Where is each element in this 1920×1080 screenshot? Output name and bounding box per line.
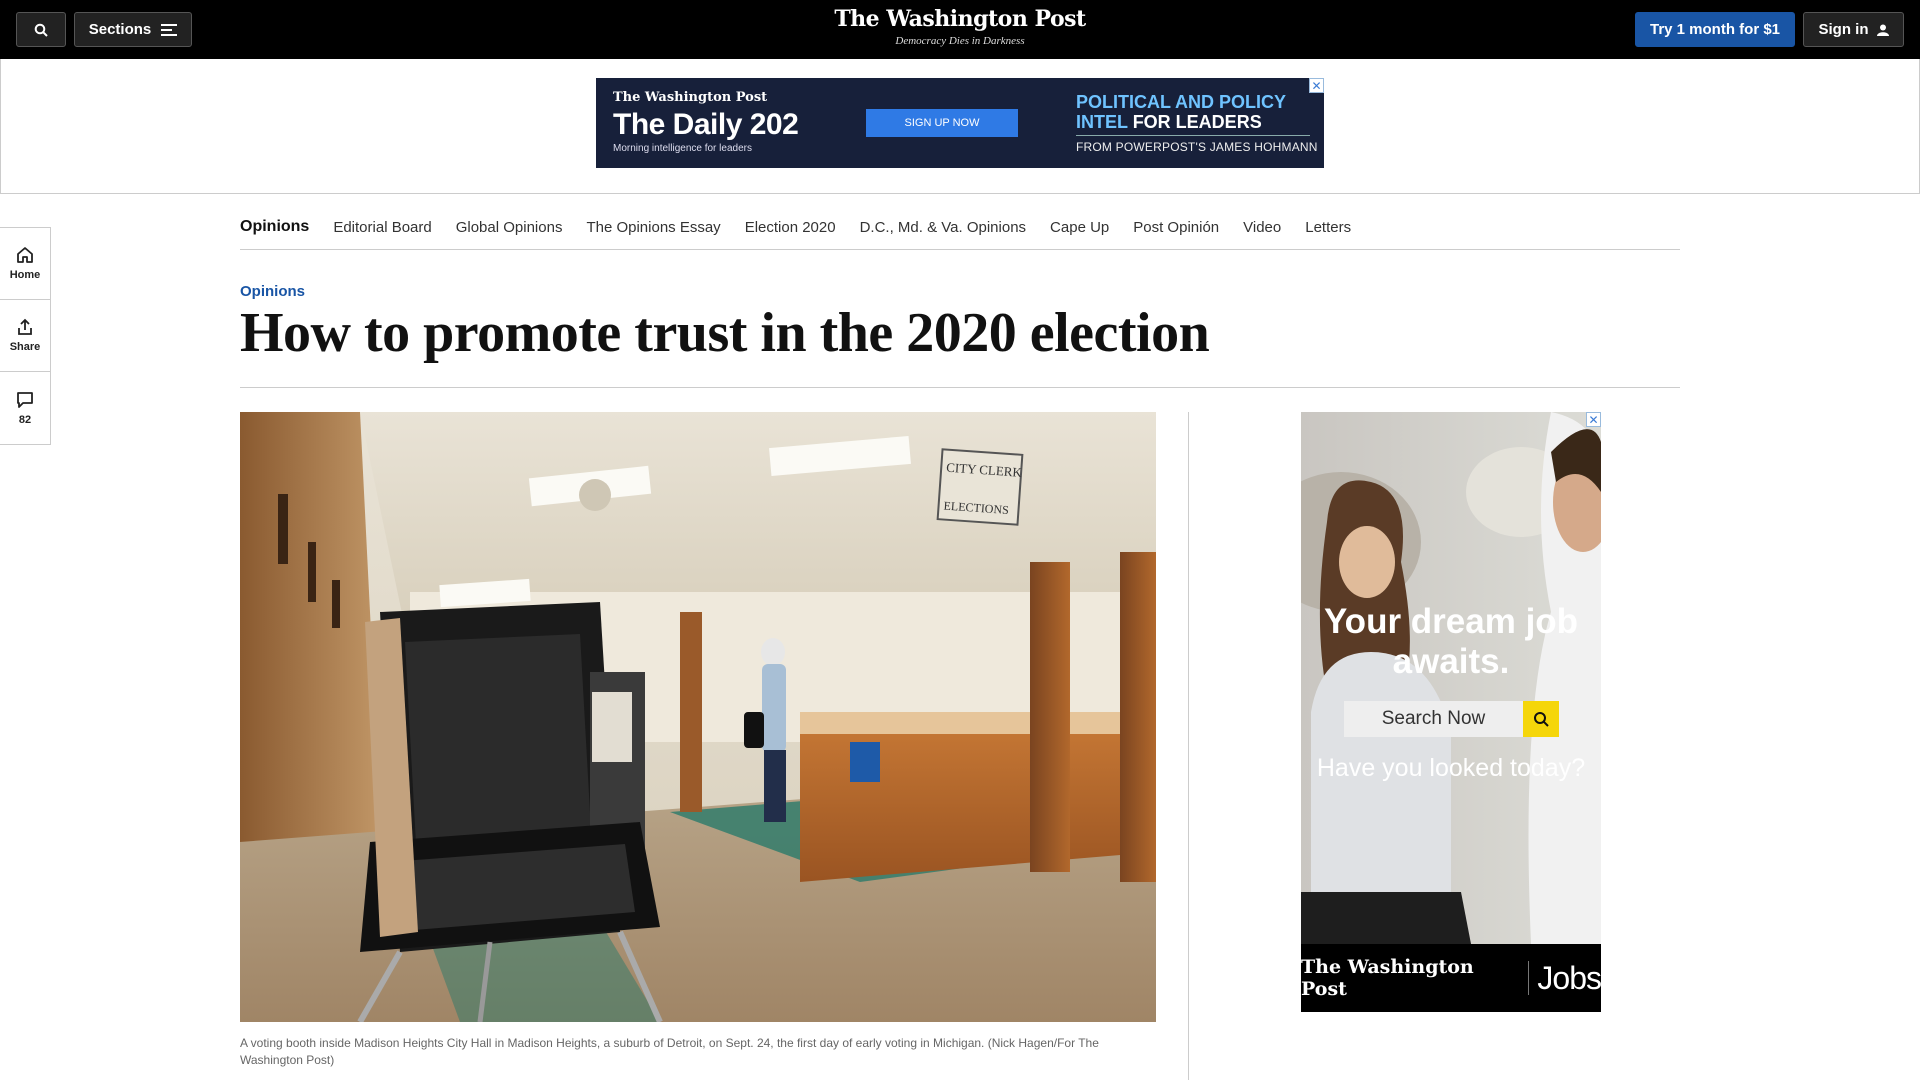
subnav-global-opinions[interactable]: Global Opinions [456,219,563,236]
jobs-ad-subheadline: Have you looked today? [1316,754,1586,782]
subscribe-button[interactable]: Try 1 month for $1 [1635,12,1795,47]
ad-from-line: FROM POWERPOST'S JAMES HOHMANN [1076,140,1318,154]
ad-title: The Daily 202 [613,108,799,141]
ad-wapo-logo: The Washington Post [613,90,768,105]
subnav-video[interactable]: Video [1243,219,1281,236]
jobs-ad-footer: The Washington Post Jobs [1301,944,1601,1012]
user-icon [1876,24,1889,36]
sign-in-button[interactable]: Sign in [1803,12,1904,47]
top-navigation-bar: Sections The Washington Post Democracy D… [0,0,1920,59]
home-icon [17,247,33,263]
subnav-opinions[interactable]: Opinions [240,218,309,236]
article-kicker[interactable]: Opinions [240,283,305,300]
rail-share-label: Share [9,341,41,353]
jobs-search-field[interactable]: Search Now [1344,701,1523,737]
rail-home-label: Home [9,269,41,281]
left-action-rail: Home Share 82 [0,227,51,445]
tagline: Democracy Dies in Darkness [895,35,1025,47]
ad-divider [1076,135,1310,136]
masthead: The Washington Post Democracy Dies in Da… [0,6,1920,47]
daily-202-ad-banner[interactable]: The Washington Post The Daily 202 Mornin… [596,78,1324,168]
subnav-dc-md-va-opinions[interactable]: D.C., Md. & Va. Opinions [860,219,1026,236]
subnav-cape-up[interactable]: Cape Up [1050,219,1109,236]
side-ad-close-icon[interactable]: ✕ [1586,412,1601,427]
subnav-opinions-essay[interactable]: The Opinions Essay [586,219,720,236]
column-divider [1188,412,1189,1080]
comment-icon [17,391,33,408]
share-icon [18,318,32,335]
subnav-letters[interactable]: Letters [1305,219,1351,236]
subnav-editorial-board[interactable]: Editorial Board [333,219,431,236]
jobs-ad-headline: Your dream job awaits. [1323,602,1579,681]
jobs-ad-wapo-logo: The Washington Post [1301,956,1474,1000]
ad-subtitle: Morning intelligence for leaders [613,143,752,154]
opinions-section-nav: Opinions Editorial Board Global Opinions… [240,205,1680,250]
subnav-election-2020[interactable]: Election 2020 [745,219,836,236]
rail-comments-button[interactable]: 82 [0,372,50,444]
lead-photo[interactable]: CITY CLERK ELECTIONS [240,412,1156,1022]
rail-comments-count: 82 [18,413,32,426]
headline-divider [240,387,1680,388]
rail-home-button[interactable]: Home [0,228,50,300]
washington-post-logo[interactable]: The Washington Post [0,6,1920,32]
jobs-ad-jobs-label: Jobs [1537,959,1601,996]
search-icon [1534,712,1549,727]
ad-headline: POLITICAL AND POLICY INTEL FOR LEADERS [1076,92,1306,132]
jobs-ad-separator [1528,961,1530,995]
lead-photo-illustration: CITY CLERK ELECTIONS [240,412,1156,1022]
rail-share-button[interactable]: Share [0,300,50,372]
ad-close-icon[interactable]: ✕ [1309,78,1324,93]
subnav-post-opinion[interactable]: Post Opinión [1133,219,1219,236]
ad-signup-button[interactable]: SIGN UP NOW [866,109,1018,137]
jobs-search-box[interactable]: Search Now [1344,701,1559,737]
ad-headline-white: FOR LEADERS [1132,112,1262,132]
sign-in-label: Sign in [1818,21,1869,38]
jobs-search-button[interactable] [1523,701,1559,737]
photo-caption: A voting booth inside Madison Heights Ci… [240,1036,1099,1067]
jobs-side-ad[interactable]: Your dream job awaits. Search Now Have y… [1301,412,1601,1012]
article-headline: How to promote trust in the 2020 electio… [240,302,1210,364]
